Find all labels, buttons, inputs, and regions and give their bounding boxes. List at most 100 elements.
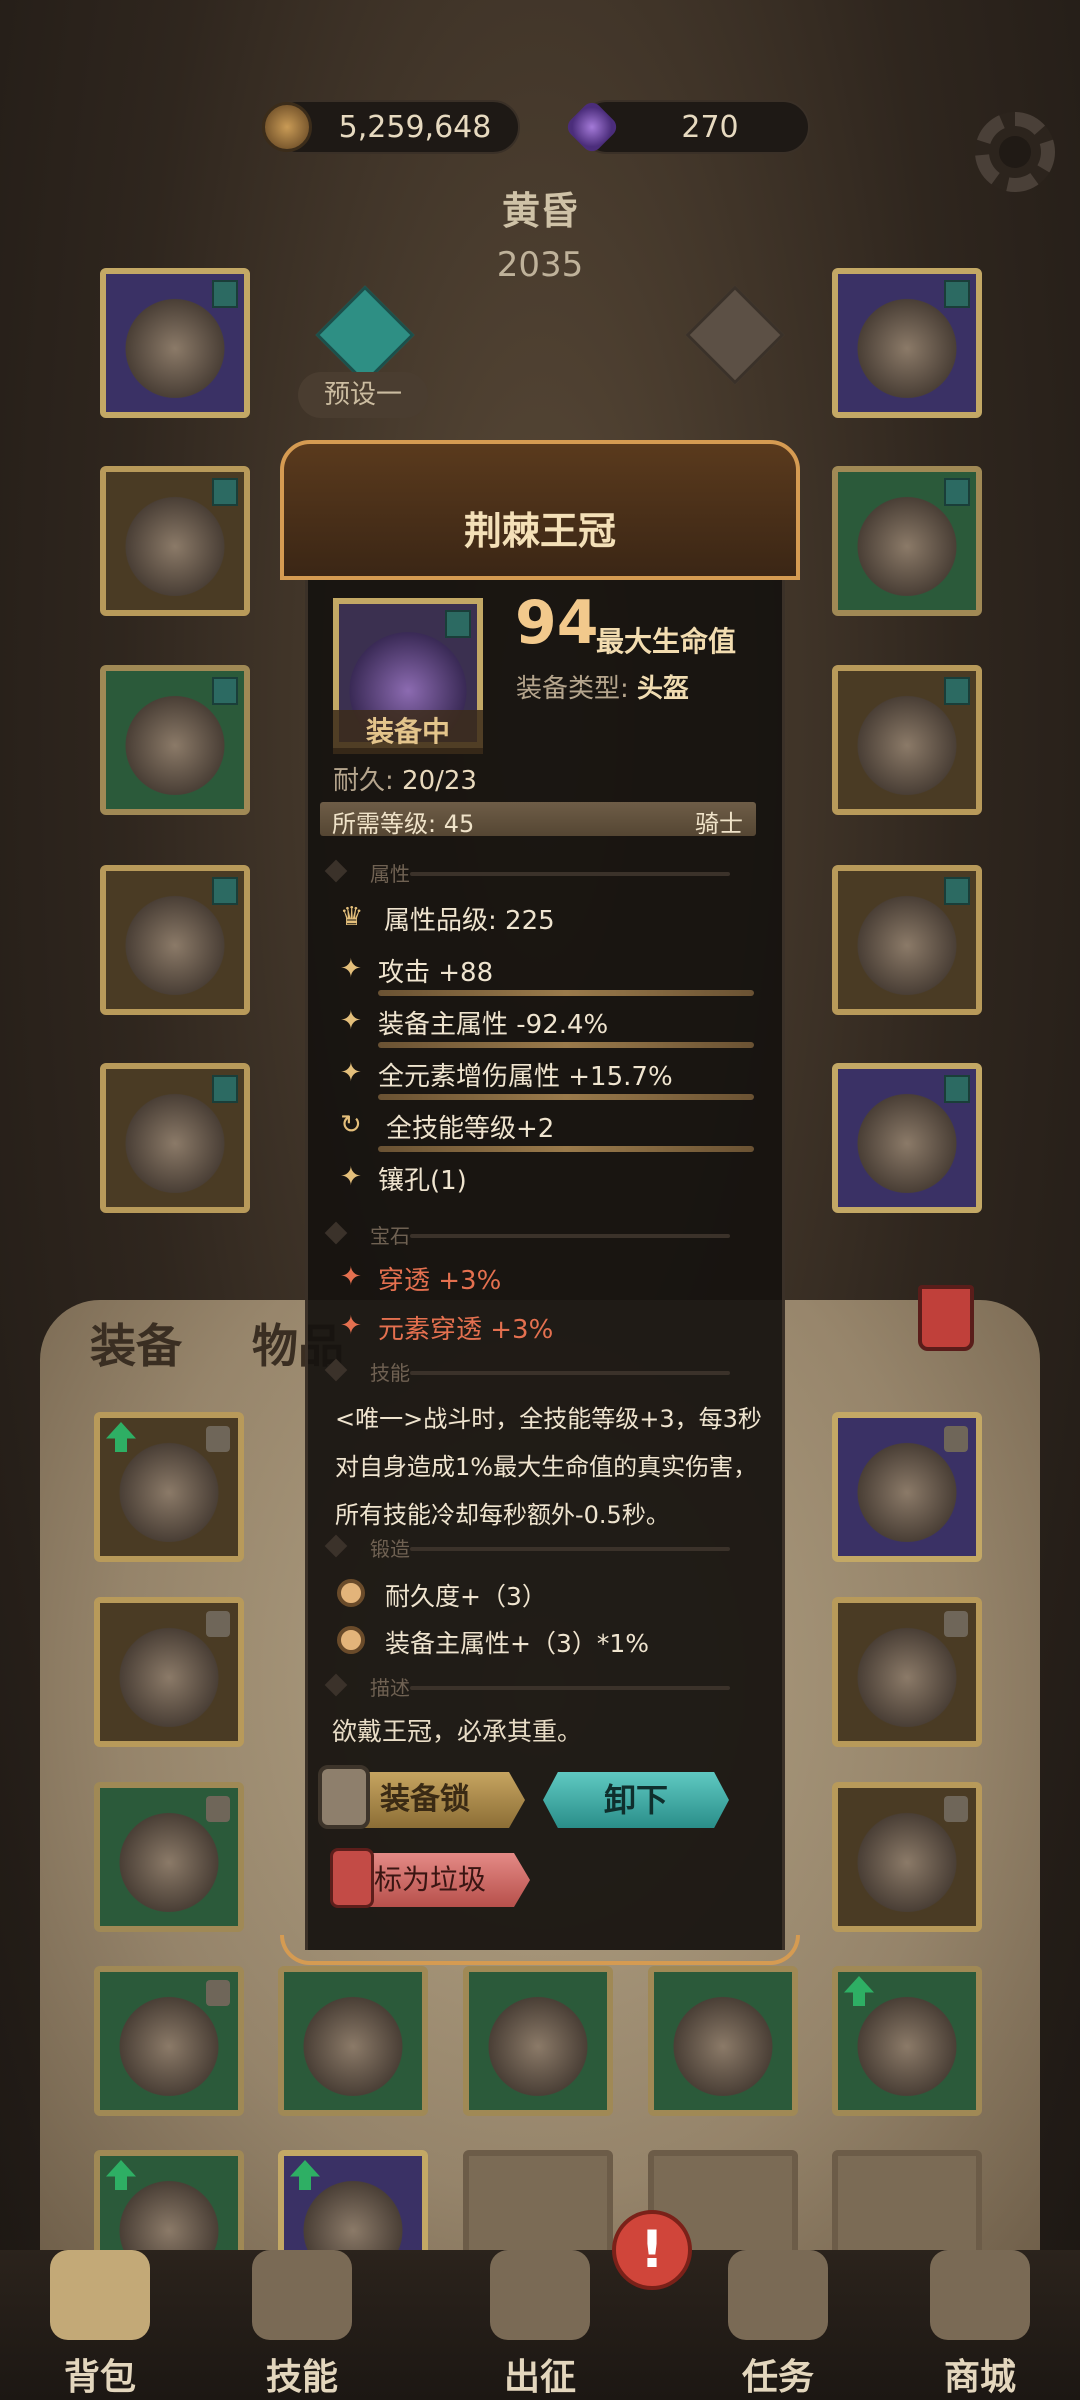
equip-slot-boots[interactable] <box>100 1063 250 1213</box>
item-flavor-text: 欲戴王冠，必承其重。 <box>332 1717 583 1746</box>
junk-tag-icon <box>330 1848 374 1908</box>
gold-counter: 5,259,648 <box>262 100 520 154</box>
tag-icon <box>944 877 970 905</box>
tag-icon <box>212 280 238 308</box>
attribute-text: 全元素增伤属性 +15.7% <box>378 1062 673 1092</box>
padlock-icon <box>318 1765 370 1829</box>
inventory-slot[interactable] <box>832 1597 982 1747</box>
lock-icon <box>206 1796 230 1822</box>
tag-icon <box>944 1075 970 1103</box>
nav-skills[interactable]: 技能 <box>232 2250 372 2400</box>
equip-slot-weapon[interactable] <box>832 865 982 1015</box>
attribute-row: ✦ 攻击 +88 <box>332 950 762 996</box>
inventory-slot[interactable] <box>832 1966 982 2116</box>
equip-slot-gloves[interactable] <box>100 665 250 815</box>
refresh-icon: ↻ <box>340 1110 362 1140</box>
equipped-badge: 装备中 <box>333 710 483 754</box>
required-level: 所需等级: 45 <box>332 810 475 838</box>
lock-icon <box>944 1426 968 1452</box>
tag-icon <box>212 1075 238 1103</box>
nav-backpack[interactable]: 背包 <box>30 2250 170 2400</box>
item-icon <box>668 1986 778 2096</box>
gem-text: 元素穿透 +3% <box>378 1315 554 1345</box>
lock-icon <box>944 1611 968 1637</box>
attribute-text: 攻击 +88 <box>378 958 494 988</box>
inventory-slot[interactable] <box>94 1782 244 1932</box>
star-icon: ✦ <box>340 1058 362 1088</box>
inventory-slot[interactable] <box>463 1966 613 2116</box>
shop-crown-icon <box>930 2250 1030 2340</box>
attribute-grade: ♛ 属性品级: 225 <box>332 898 762 944</box>
equip-slot-offhand[interactable] <box>832 1063 982 1213</box>
gem-counter: 270 <box>563 98 810 156</box>
forge-dot-icon <box>337 1579 365 1607</box>
tag-icon <box>445 610 471 638</box>
nav-expedition[interactable]: 出征 <box>470 2250 610 2400</box>
inventory-slot[interactable] <box>832 1412 982 1562</box>
required-class: 骑士 <box>695 810 743 838</box>
attribute-grade-text: 属性品级: 225 <box>384 906 555 936</box>
alert-badge[interactable]: ! <box>612 2210 692 2290</box>
inventory-slot[interactable] <box>648 1966 798 2116</box>
section-attributes: 属性 <box>324 858 750 888</box>
inventory-slot[interactable] <box>94 1597 244 1747</box>
gem-row: ✦ 穿透 +3% <box>332 1258 762 1304</box>
tag-icon <box>944 478 970 506</box>
gem-text: 穿透 +3% <box>378 1266 502 1296</box>
skill-description: <唯一>战斗时，全技能等级+3，每3秒对自身造成1%最大生命值的真实伤害，所有技… <box>335 1405 762 1529</box>
preset-button[interactable]: 预设一 <box>298 372 428 418</box>
section-description: 描述 <box>324 1672 750 1702</box>
gold-coin-icon <box>262 102 312 152</box>
equip-slot-cloak[interactable] <box>832 665 982 815</box>
lock-icon <box>944 1796 968 1822</box>
tag-icon <box>212 877 238 905</box>
section-skills: 技能 <box>324 1357 750 1387</box>
attribute-text: 全技能等级+2 <box>386 1114 555 1144</box>
inventory-slot[interactable] <box>94 1966 244 2116</box>
gem-amount: 270 <box>681 109 739 145</box>
scroll-icon <box>728 2250 828 2340</box>
gold-amount: 5,259,648 <box>338 109 492 145</box>
item-type-value: 头盔 <box>637 674 690 704</box>
lock-icon <box>206 1426 230 1452</box>
nav-label: 任务 <box>741 2357 814 2398</box>
skill-book-icon <box>252 2250 352 2340</box>
attribute-row: ✦ 装备主属性 -92.4% <box>332 1002 762 1048</box>
equip-slot-amulet[interactable] <box>832 268 982 418</box>
section-title: 宝石 <box>370 1224 410 1248</box>
durability-value: 20/23 <box>402 766 477 796</box>
star-icon: ✦ <box>340 1262 362 1292</box>
gear-icon[interactable] <box>975 112 1055 192</box>
item-icon <box>298 1986 408 2096</box>
inventory-slot[interactable] <box>94 1412 244 1562</box>
nav-label: 商城 <box>943 2357 1016 2398</box>
tag-icon <box>944 677 970 705</box>
nav-label: 背包 <box>63 2357 136 2398</box>
trash-icon[interactable] <box>918 1285 974 1351</box>
attribute-text: 镶孔(1) <box>378 1166 467 1196</box>
nav-shop[interactable]: 商城 <box>910 2250 1050 2400</box>
forge-dot-icon <box>337 1626 365 1654</box>
nav-quests[interactable]: 任务 <box>708 2250 848 2400</box>
equip-slot-armor[interactable] <box>100 466 250 616</box>
tag-icon <box>944 280 970 308</box>
equip-slot-ring[interactable] <box>832 466 982 616</box>
backpack-icon <box>50 2250 150 2340</box>
gem-row: ✦ 元素穿透 +3% <box>332 1307 762 1353</box>
inventory-slot[interactable] <box>832 1782 982 1932</box>
forge-text: 耐久度+（3） <box>385 1582 547 1611</box>
section-title: 技能 <box>370 1361 410 1385</box>
hero-name: 黄昏 <box>501 189 578 233</box>
unequip-button[interactable]: 卸下 <box>543 1772 729 1828</box>
tooltip-footer <box>280 1935 800 1965</box>
equip-slot-helmet[interactable] <box>100 268 250 418</box>
durability-label: 耐久: <box>333 766 394 796</box>
tag-icon <box>212 478 238 506</box>
nav-label: 技能 <box>265 2357 338 2398</box>
equip-slot-legs[interactable] <box>100 865 250 1015</box>
sword-icon <box>490 2250 590 2340</box>
tab-equipment[interactable]: 装备 <box>90 1310 182 1376</box>
forge-text: 装备主属性+（3）*1% <box>385 1629 650 1658</box>
star-icon: ✦ <box>340 1311 362 1341</box>
inventory-slot[interactable] <box>278 1966 428 2116</box>
